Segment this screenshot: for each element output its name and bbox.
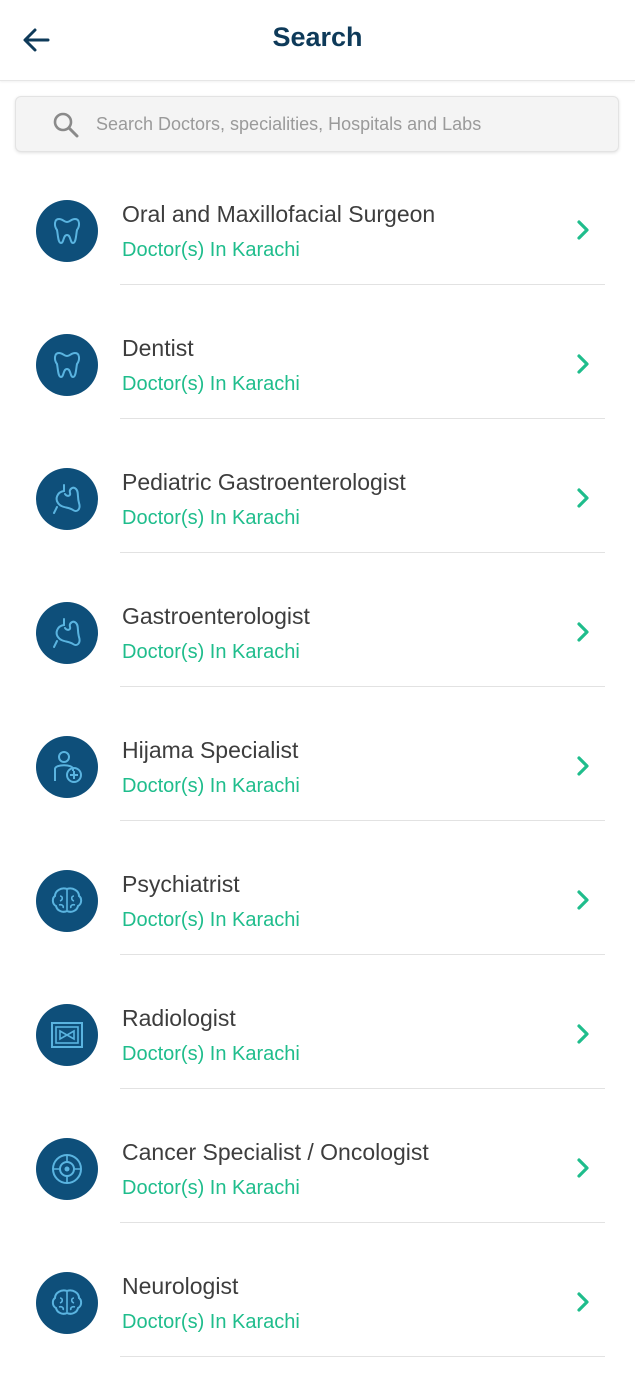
brain-icon — [51, 887, 83, 913]
divider — [120, 686, 605, 687]
speciality-name: Gastroenterologist — [122, 603, 310, 629]
divider — [120, 820, 605, 821]
list-item[interactable]: Pediatric Gastroenterologist Doctor(s) In… — [0, 435, 635, 569]
chevron-right-icon[interactable] — [570, 753, 596, 779]
speciality-name: Cancer Specialist / Oncologist — [122, 1139, 429, 1165]
speciality-name: Hijama Specialist — [122, 737, 299, 763]
divider — [120, 1222, 605, 1223]
speciality-subtitle: Doctor(s) In Karachi — [122, 641, 300, 663]
chevron-right-icon[interactable] — [570, 619, 596, 645]
divider — [120, 284, 605, 285]
speciality-subtitle: Doctor(s) In Karachi — [122, 239, 300, 261]
list-item[interactable]: Radiologist Doctor(s) In Karachi — [0, 971, 635, 1105]
divider — [120, 1356, 605, 1357]
tooth-icon — [53, 351, 81, 379]
speciality-name: Psychiatrist — [122, 871, 240, 897]
cell-icon — [52, 1154, 82, 1184]
divider — [120, 1088, 605, 1089]
list-item[interactable]: Cancer Specialist / Oncologist Doctor(s) … — [0, 1105, 635, 1239]
speciality-avatar — [36, 602, 98, 664]
speciality-subtitle: Doctor(s) In Karachi — [122, 507, 300, 529]
speciality-name: Oral and Maxillofacial Surgeon — [122, 201, 436, 227]
list-item[interactable]: Hijama Specialist Doctor(s) In Karachi — [0, 703, 635, 837]
search-bar[interactable] — [15, 96, 619, 152]
person-medical-icon — [54, 751, 82, 783]
speciality-subtitle: Doctor(s) In Karachi — [122, 1043, 300, 1065]
speciality-avatar — [36, 200, 98, 262]
page-title: Search — [272, 22, 363, 52]
chevron-right-icon[interactable] — [570, 1021, 596, 1047]
speciality-avatar — [36, 334, 98, 396]
speciality-name: Dentist — [122, 335, 194, 361]
chevron-right-icon[interactable] — [570, 217, 596, 243]
divider — [120, 954, 605, 955]
list-item[interactable]: Psychiatrist Doctor(s) In Karachi — [0, 837, 635, 971]
speciality-avatar — [36, 468, 98, 530]
speciality-name: Pediatric Gastroenterologist — [122, 469, 406, 495]
speciality-avatar — [36, 736, 98, 798]
speciality-subtitle: Doctor(s) In Karachi — [122, 1311, 300, 1333]
tooth-icon — [53, 217, 81, 245]
chevron-right-icon[interactable] — [570, 887, 596, 913]
speciality-list: Oral and Maxillofacial Surgeon Doctor(s) … — [0, 167, 635, 1373]
speciality-avatar — [36, 1004, 98, 1066]
speciality-subtitle: Doctor(s) In Karachi — [122, 775, 300, 797]
search-icon — [53, 112, 79, 138]
divider — [120, 418, 605, 419]
speciality-subtitle: Doctor(s) In Karachi — [122, 373, 300, 395]
chevron-right-icon[interactable] — [570, 485, 596, 511]
speciality-name: Neurologist — [122, 1273, 239, 1299]
search-input[interactable] — [96, 97, 596, 151]
list-item[interactable]: Oral and Maxillofacial Surgeon Doctor(s) … — [0, 167, 635, 301]
speciality-avatar — [36, 870, 98, 932]
stomach-icon — [53, 484, 81, 514]
xray-icon — [51, 1022, 83, 1048]
speciality-subtitle: Doctor(s) In Karachi — [122, 1177, 300, 1199]
chevron-right-icon[interactable] — [570, 351, 596, 377]
brain-icon — [51, 1289, 83, 1315]
list-item[interactable]: Dentist Doctor(s) In Karachi — [0, 301, 635, 435]
speciality-subtitle: Doctor(s) In Karachi — [122, 909, 300, 931]
chevron-right-icon[interactable] — [570, 1155, 596, 1181]
divider — [120, 552, 605, 553]
app-header: Search — [0, 0, 635, 81]
speciality-avatar — [36, 1138, 98, 1200]
speciality-name: Radiologist — [122, 1005, 236, 1031]
list-item[interactable]: Gastroenterologist Doctor(s) In Karachi — [0, 569, 635, 703]
stomach-icon — [53, 618, 81, 648]
chevron-right-icon[interactable] — [570, 1289, 596, 1315]
list-item[interactable]: Neurologist Doctor(s) In Karachi — [0, 1239, 635, 1373]
speciality-avatar — [36, 1272, 98, 1334]
